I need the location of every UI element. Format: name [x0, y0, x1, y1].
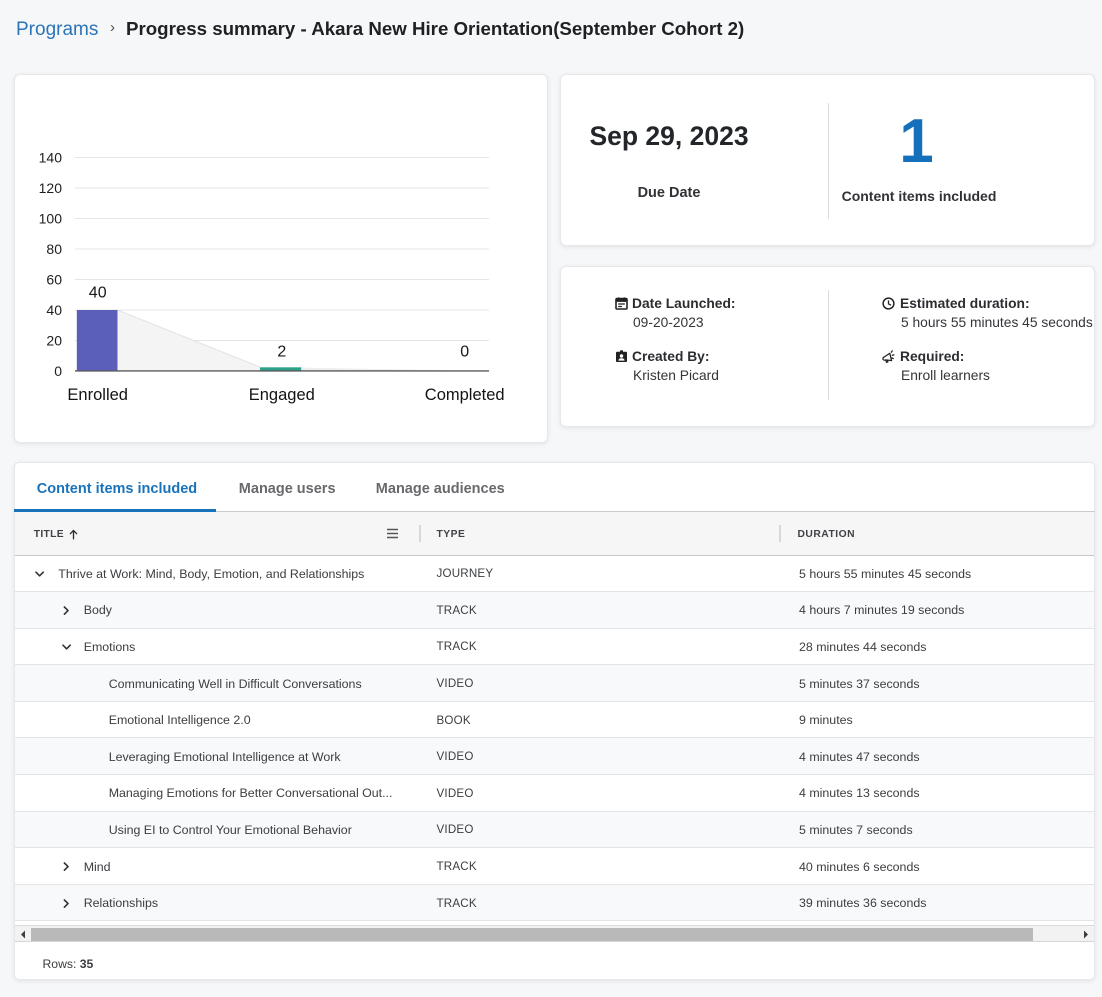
- svg-text:0: 0: [460, 344, 469, 361]
- svg-text:140: 140: [39, 150, 63, 166]
- svg-text:60: 60: [46, 272, 62, 288]
- svg-text:120: 120: [39, 180, 63, 196]
- svg-text:Enrolled: Enrolled: [67, 386, 128, 404]
- svg-text:20: 20: [46, 333, 62, 349]
- svg-text:0: 0: [54, 363, 62, 379]
- svg-text:100: 100: [39, 211, 63, 227]
- svg-text:40: 40: [46, 302, 62, 318]
- svg-text:40: 40: [89, 285, 107, 302]
- svg-text:Engaged: Engaged: [249, 386, 315, 404]
- svg-text:80: 80: [46, 241, 62, 257]
- svg-text:2: 2: [277, 344, 286, 361]
- svg-text:Completed: Completed: [425, 386, 505, 404]
